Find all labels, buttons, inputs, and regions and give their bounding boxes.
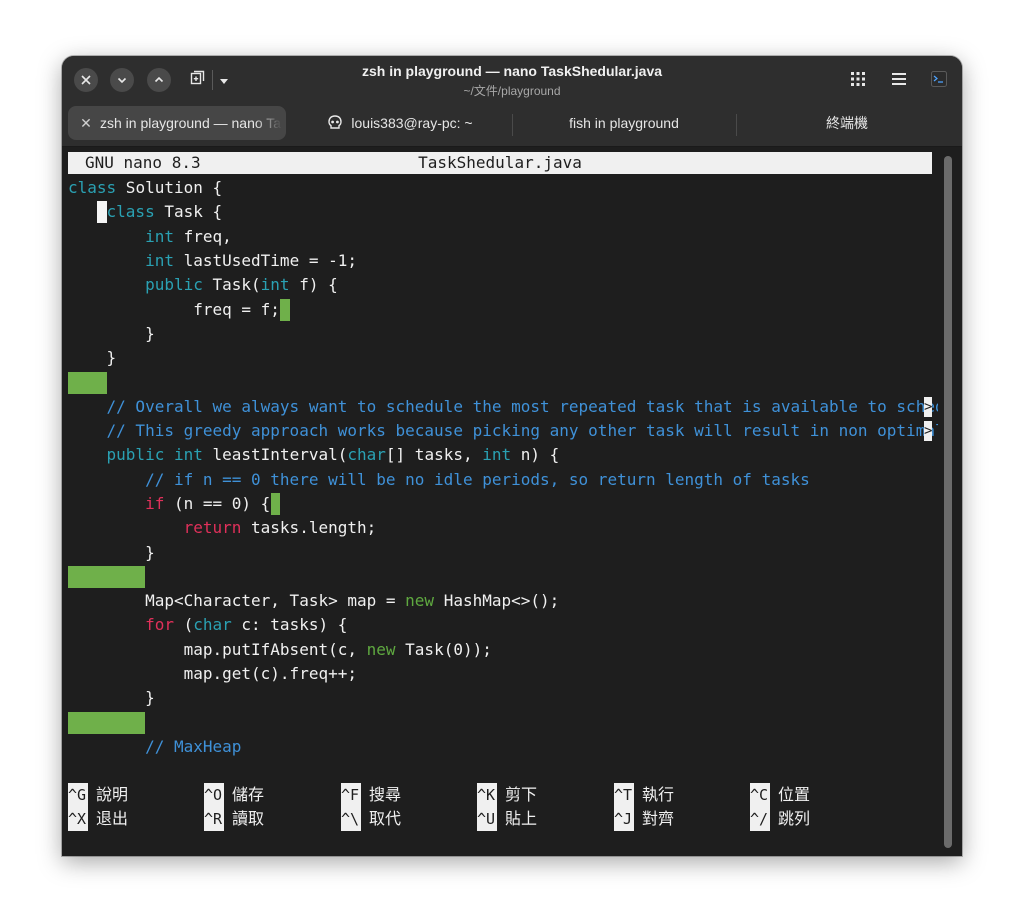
grid-icon[interactable] xyxy=(848,69,868,89)
shortcut-key: ^J xyxy=(614,807,634,831)
window-title: zsh in playground — nano TaskShedular.ja… xyxy=(361,63,663,79)
shortcut-goto-line[interactable]: ^/ 跳列 xyxy=(750,807,810,831)
tab-label: louis383@ray-pc: ~ xyxy=(351,115,473,131)
shortcut-read[interactable]: ^R 讀取 xyxy=(204,807,264,831)
shortcut-label: 執行 xyxy=(642,785,675,804)
shortcut-label: 貼上 xyxy=(505,809,538,828)
code-line[interactable] xyxy=(68,711,938,735)
trailing-whitespace-highlight xyxy=(68,711,146,734)
shortcut-key: ^T xyxy=(614,783,634,807)
code-line[interactable]: for (char c: tasks) { xyxy=(68,613,938,637)
line-overflow-marker: > xyxy=(924,421,933,441)
divider xyxy=(212,70,213,90)
code-line[interactable]: class Task { xyxy=(68,200,938,224)
shortcut-key: ^\ xyxy=(341,807,361,831)
close-tab-icon[interactable]: ✕ xyxy=(76,115,96,132)
maximize-icon[interactable] xyxy=(147,68,171,92)
code-line[interactable]: freq = f; xyxy=(68,298,938,322)
tab-zsh-nano[interactable]: ✕ zsh in playground — nano TaskShedular.… xyxy=(68,106,286,140)
code-line[interactable]: // This greedy approach works because pi… xyxy=(68,419,938,443)
code-line[interactable]: } xyxy=(68,322,938,346)
terminal-window: zsh in playground — nano TaskShedular.ja… xyxy=(62,56,962,856)
title-bar: zsh in playground — nano TaskShedular.ja… xyxy=(62,56,962,102)
code-line[interactable]: } xyxy=(68,541,938,565)
skull-icon xyxy=(327,115,343,131)
shortcut-key: ^O xyxy=(204,783,224,807)
tab-louis-ray-pc[interactable]: louis383@ray-pc: ~ xyxy=(290,106,510,140)
shortcut-label: 儲存 xyxy=(232,785,265,804)
code-line[interactable]: map.putIfAbsent(c, new Task(0)); xyxy=(68,638,938,662)
code-line[interactable]: Map<Character, Task> map = new HashMap<>… xyxy=(68,589,938,613)
code-line[interactable]: class Solution { xyxy=(68,176,938,200)
tab-divider xyxy=(512,114,513,136)
shortcut-key: ^G xyxy=(68,783,88,807)
shortcut-search[interactable]: ^F 搜尋 xyxy=(341,783,401,807)
tab-label: zsh in playground — nano TaskShedular.ja… xyxy=(100,115,282,131)
scrollbar[interactable] xyxy=(944,156,952,848)
shortcut-paste[interactable]: ^U 貼上 xyxy=(477,807,537,831)
nano-header: GNU nano 8.3 TaskShedular.java xyxy=(68,152,932,174)
close-icon[interactable] xyxy=(74,68,98,92)
shortcut-execute[interactable]: ^T 執行 xyxy=(614,783,674,807)
code-line[interactable]: map.get(c).freq++; xyxy=(68,662,938,686)
tab-fish-playground[interactable]: fish in playground xyxy=(514,106,734,140)
shortcut-label: 退出 xyxy=(96,809,129,828)
code-line[interactable]: public Task(int f) { xyxy=(68,273,938,297)
tab-label: 終端機 xyxy=(826,115,868,131)
terminal-icon[interactable] xyxy=(929,69,949,89)
shortcut-label: 讀取 xyxy=(232,809,265,828)
terminal-content[interactable]: GNU nano 8.3 TaskShedular.java class Sol… xyxy=(62,147,962,856)
shortcut-key: ^X xyxy=(68,807,88,831)
shortcut-replace[interactable]: ^\ 取代 xyxy=(341,807,401,831)
text-cursor xyxy=(96,201,107,224)
shortcut-save[interactable]: ^O 儲存 xyxy=(204,783,264,807)
line-overflow-marker: > xyxy=(924,396,933,417)
trailing-whitespace-highlight xyxy=(270,493,281,516)
shortcut-key: ^U xyxy=(477,807,497,831)
shortcut-cut[interactable]: ^K 剪下 xyxy=(477,783,537,807)
shortcut-key: ^/ xyxy=(750,807,770,831)
shortcut-location[interactable]: ^C 位置 xyxy=(750,783,810,807)
tab-bar: ✕ zsh in playground — nano TaskShedular.… xyxy=(62,102,962,147)
shortcut-label: 取代 xyxy=(369,809,402,828)
minimize-icon[interactable] xyxy=(110,68,134,92)
code-line[interactable]: // Overall we always want to schedule th… xyxy=(68,395,938,419)
tab-divider xyxy=(736,114,737,136)
code-line[interactable]: return tasks.length; xyxy=(68,516,938,540)
code-line[interactable] xyxy=(68,565,938,589)
code-line[interactable]: // if n == 0 there will be no idle perio… xyxy=(68,468,938,492)
shortcut-key: ^R xyxy=(204,807,224,831)
shortcut-key: ^C xyxy=(750,783,770,807)
new-tab-button[interactable] xyxy=(190,67,238,93)
nano-filename: TaskShedular.java xyxy=(418,153,582,172)
code-line[interactable]: int freq, xyxy=(68,225,938,249)
code-line[interactable]: } xyxy=(68,686,938,710)
trailing-whitespace-highlight xyxy=(68,565,146,588)
shortcut-label: 位置 xyxy=(778,785,811,804)
shortcut-justify[interactable]: ^J 對齊 xyxy=(614,807,674,831)
shortcut-key: ^F xyxy=(341,783,361,807)
shortcut-label: 對齊 xyxy=(642,809,675,828)
shortcut-label: 剪下 xyxy=(505,785,538,804)
shortcut-help[interactable]: ^G 說明 xyxy=(68,783,128,807)
shortcut-key: ^K xyxy=(477,783,497,807)
code-line[interactable]: int lastUsedTime = -1; xyxy=(68,249,938,273)
tab-terminal[interactable]: 終端機 xyxy=(738,106,956,140)
code-line[interactable]: if (n == 0) { xyxy=(68,492,938,516)
trailing-whitespace-highlight xyxy=(68,371,107,394)
window-subtitle: ~/文件/playground xyxy=(463,84,561,98)
shortcut-label: 搜尋 xyxy=(369,785,402,804)
code-line[interactable]: public int leastInterval(char[] tasks, i… xyxy=(68,443,938,467)
shortcut-label: 跳列 xyxy=(778,809,811,828)
tab-label: fish in playground xyxy=(569,115,679,131)
hamburger-menu-icon[interactable] xyxy=(889,69,909,89)
shortcut-label: 說明 xyxy=(96,785,129,804)
shortcut-exit[interactable]: ^X 退出 xyxy=(68,807,128,831)
trailing-whitespace-highlight xyxy=(280,298,290,321)
new-tab-icon[interactable] xyxy=(190,70,206,90)
code-line[interactable]: } xyxy=(68,346,938,370)
code-line[interactable] xyxy=(68,370,938,394)
dropdown-arrow-icon[interactable] xyxy=(219,71,229,90)
code-line[interactable]: // MaxHeap xyxy=(68,735,938,759)
